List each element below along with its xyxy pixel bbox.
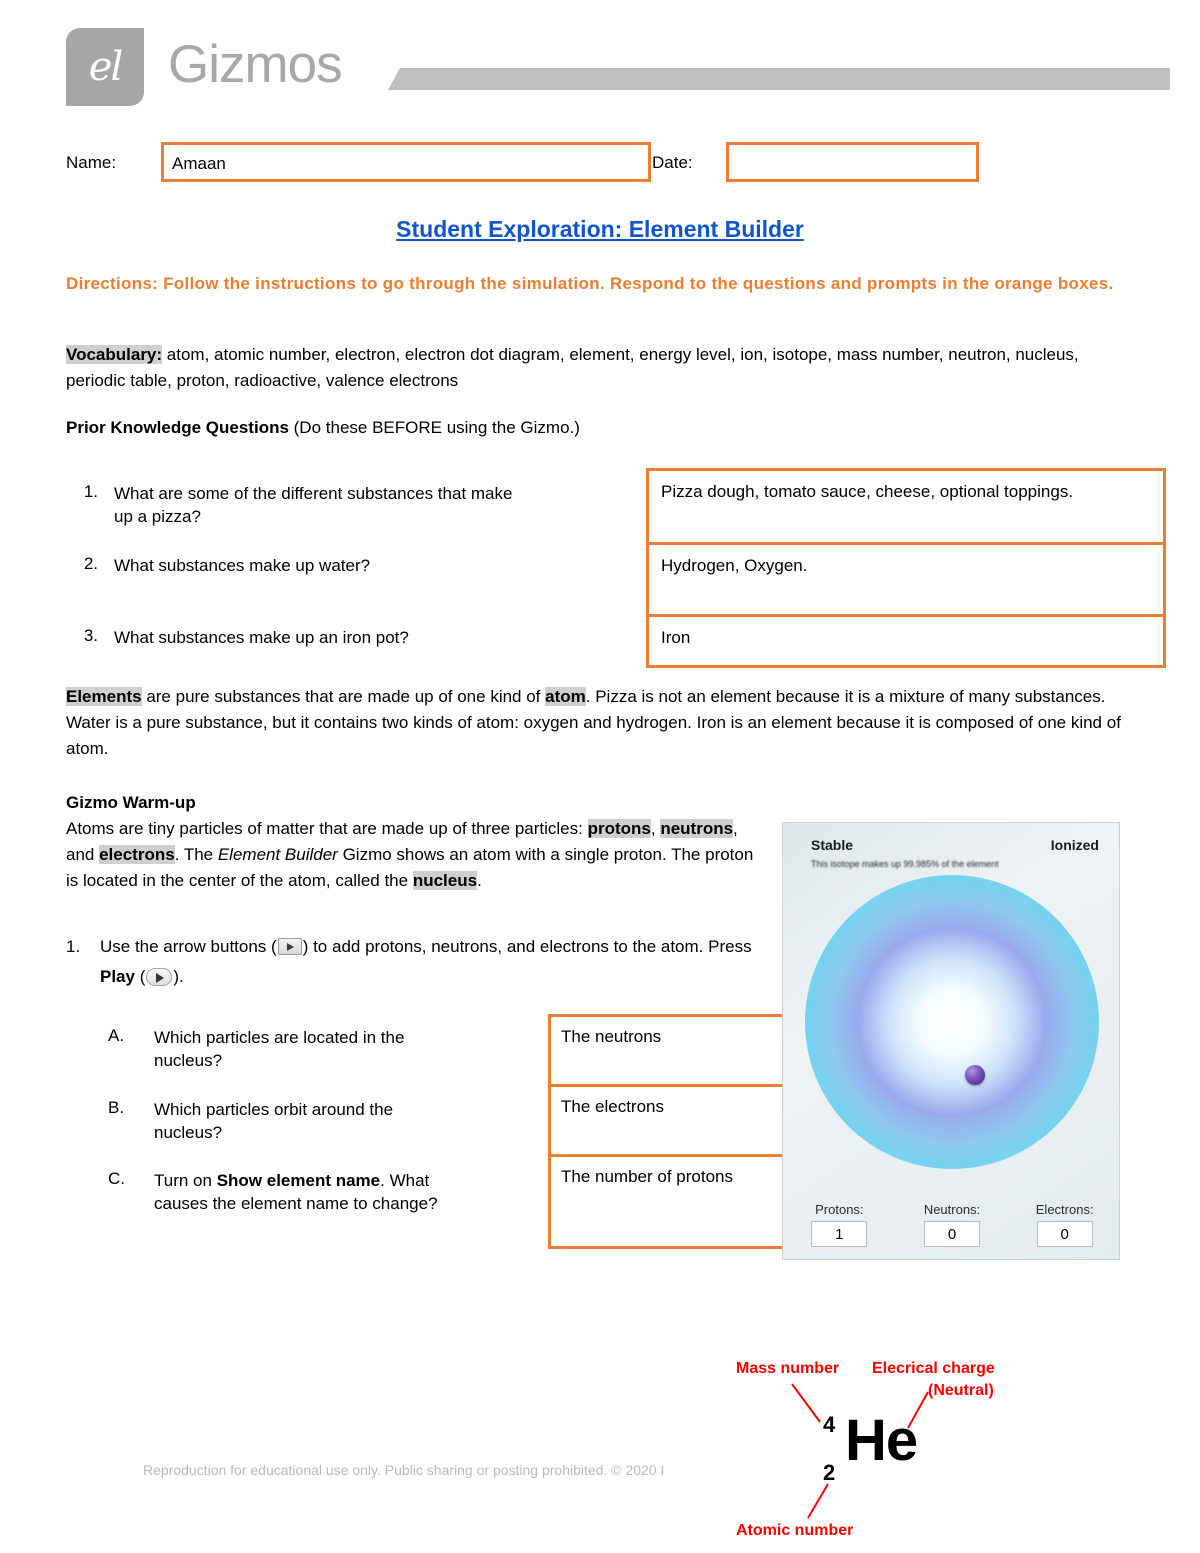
step-1-part1: Use the arrow buttons (	[100, 937, 277, 956]
step-1-text: Use the arrow buttons ( ) to add protons,…	[66, 932, 766, 992]
proton-particle	[965, 1065, 985, 1085]
prior-knowledge-heading: Prior Knowledge Questions (Do these BEFO…	[66, 418, 1134, 438]
prior-knowledge-questions: 1. What are some of the different substa…	[66, 468, 1166, 668]
name-input[interactable]: Amaan	[161, 142, 651, 182]
ionized-label: Ionized	[1050, 837, 1099, 853]
sub-question-text: Which particles orbit around the nucleus…	[154, 1100, 394, 1142]
elements-keyword: Elements	[66, 687, 142, 706]
electrons-counter: Electrons: 0	[1008, 1202, 1119, 1247]
name-label: Name:	[66, 153, 117, 172]
el-script-icon: el	[88, 44, 123, 90]
helium-mass-number: 4	[823, 1412, 836, 1437]
name-date-row: Name: Amaan Date:	[66, 142, 1134, 186]
prior-knowledge-answer-boxes: Pizza dough, tomato sauce, cheese, optio…	[646, 468, 1166, 668]
sub-question-letter: C.	[108, 1169, 125, 1188]
warmup-sep1: ,	[650, 819, 661, 838]
answer-box[interactable]: Hydrogen, Oxygen.	[649, 545, 1163, 617]
question-number: 1.	[83, 482, 98, 501]
neutrons-keyword: neutrons	[660, 819, 734, 838]
date-label: Date:	[652, 153, 693, 172]
electrical-charge-neutral-annotation: (Neutral)	[928, 1382, 994, 1399]
particle-counters: Protons: 1 Neutrons: 0 Electrons: 0	[783, 1202, 1119, 1247]
helium-atomic-number: 2	[823, 1460, 836, 1485]
atom-keyword: atom	[545, 687, 586, 706]
sub-question-letter: B.	[108, 1098, 125, 1117]
elements-text-mid: are pure substances that are made up of …	[141, 687, 546, 706]
warmup-line1: Atoms are tiny particles of matter that …	[66, 819, 588, 838]
gizmo-warmup-paragraph: Atoms are tiny particles of matter that …	[66, 816, 756, 894]
step-1-part3: (	[134, 967, 146, 986]
answer-box[interactable]: The electrons	[551, 1087, 815, 1157]
helium-notation-diagram: Mass number Elecrical charge (Neutral) A…	[700, 1350, 1120, 1550]
answer-box[interactable]: The neutrons	[551, 1017, 815, 1087]
question-number: 2.	[83, 554, 98, 573]
electrons-keyword: electrons	[99, 845, 175, 864]
protons-counter: Protons: 1	[783, 1202, 896, 1247]
vocabulary-paragraph: Vocabulary: atom, atomic number, electro…	[66, 342, 1134, 394]
step-1-part4: ).	[173, 967, 184, 986]
vocabulary-label: Vocabulary:	[66, 345, 163, 364]
question-text: What are some of the different substance…	[114, 484, 513, 526]
answer-box[interactable]: The number of protons	[551, 1157, 815, 1246]
step-1: 1. Use the arrow buttons ( ) to add proto…	[66, 932, 766, 992]
electrons-counter-value[interactable]: 0	[1036, 1221, 1093, 1247]
protons-counter-value[interactable]: 1	[811, 1221, 868, 1247]
atomic-number-annotation: Atomic number	[736, 1522, 854, 1539]
mass-number-annotation: Mass number	[736, 1360, 840, 1377]
question-text: What substances make up an iron pot?	[114, 628, 409, 647]
sub-questions-group: A. Which particles are located in the nu…	[108, 1014, 818, 1249]
protons-keyword: protons	[587, 819, 651, 838]
step-1-number: 1.	[66, 937, 81, 956]
element-builder-italic: Element Builder	[217, 845, 338, 864]
elements-paragraph: Elements are pure substances that are ma…	[66, 684, 1134, 762]
sub-question-letter: A.	[108, 1026, 125, 1045]
sub-question-text: Which particles are located in the nucle…	[154, 1028, 405, 1070]
electrons-counter-label: Electrons:	[1035, 1202, 1094, 1217]
play-bold-label: Play	[100, 967, 135, 986]
sub-question-answer-boxes: The neutrons The electrons The number of…	[548, 1014, 818, 1249]
atom-electron-cloud	[805, 875, 1099, 1169]
question-text: What substances make up water?	[114, 556, 371, 575]
protons-counter-label: Protons:	[815, 1202, 864, 1217]
prior-knowledge-heading-rest: (Do these BEFORE using the Gizmo.)	[288, 418, 580, 437]
vocabulary-terms: atom, atomic number, electron, electron …	[66, 345, 1079, 390]
neutrons-counter: Neutrons: 0	[896, 1202, 1009, 1247]
electrical-charge-annotation: Elecrical charge	[872, 1360, 995, 1377]
prior-knowledge-heading-bold: Prior Knowledge Questions	[66, 418, 289, 437]
nucleus-keyword: nucleus	[412, 871, 478, 890]
gizmo-warmup-section: Gizmo Warm-up Atoms are tiny particles o…	[66, 790, 756, 894]
warmup-mid: . The	[174, 845, 218, 864]
show-element-name-bold: Show element name	[216, 1171, 381, 1190]
page-title: Student Exploration: Element Builder	[396, 216, 804, 242]
play-button-icon[interactable]	[146, 968, 173, 986]
footer-copyright: Reproduction for educational use only. P…	[143, 1462, 665, 1478]
isotope-note: This isotope makes up 99.985% of the ele…	[811, 859, 999, 869]
answer-box[interactable]: Iron	[649, 617, 1163, 665]
warmup-period: .	[477, 871, 482, 890]
element-builder-gizmo-screenshot: Stable Ionized This isotope makes up 99.…	[782, 822, 1120, 1260]
neutrons-counter-value[interactable]: 0	[924, 1221, 980, 1247]
gizmo-warmup-heading: Gizmo Warm-up	[66, 793, 196, 812]
step-1-part2: ) to add protons, neutrons, and electron…	[302, 937, 752, 956]
sub-question-text-pre: Turn on	[154, 1171, 217, 1190]
sub-question-text: Turn on Show element name. What causes t…	[154, 1157, 444, 1249]
arrow-button-icon[interactable]	[277, 938, 302, 955]
neutrons-counter-label: Neutrons:	[923, 1202, 981, 1217]
date-input[interactable]	[726, 142, 979, 182]
brand-header: el Gizmos	[66, 28, 1170, 106]
answer-box[interactable]: Pizza dough, tomato sauce, cheese, optio…	[649, 471, 1163, 545]
helium-element-symbol: He	[845, 1408, 918, 1473]
gizmos-wordmark: Gizmos	[168, 35, 343, 94]
header-banner-bar	[388, 68, 1170, 90]
question-number: 3.	[83, 626, 98, 645]
directions-text: Directions: Follow the instructions to g…	[66, 274, 1114, 293]
stable-label: Stable	[811, 837, 854, 853]
